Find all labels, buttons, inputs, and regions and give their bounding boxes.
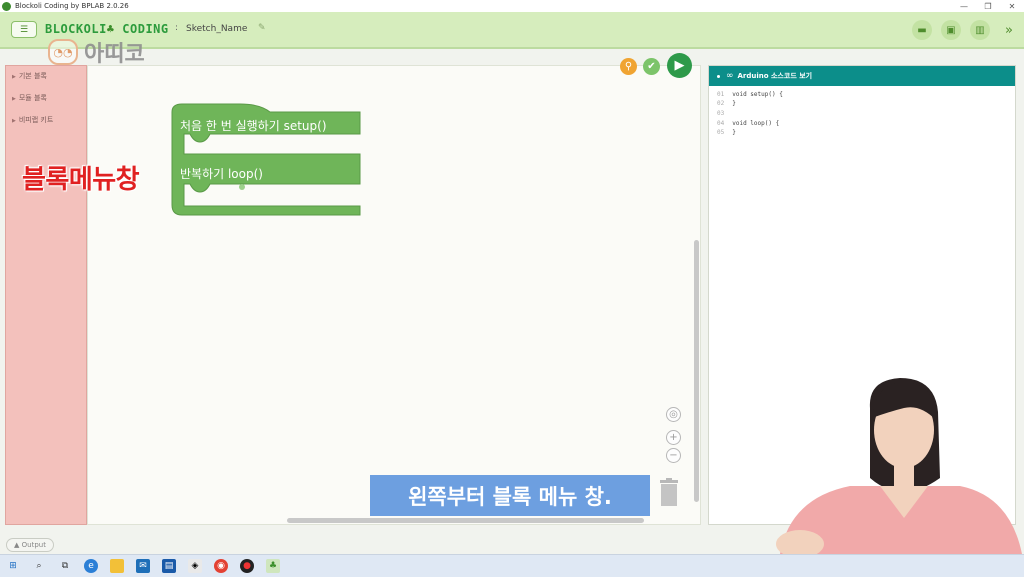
presenter-person [776, 378, 1022, 554]
app-icon [2, 1, 11, 11]
code-line: 01 void setup() { [717, 91, 783, 98]
broccoli-icon: ♣ [106, 22, 115, 36]
setup-block-label: 처음 한 번 실행하기 setup() [180, 119, 327, 133]
code-line: 03 [717, 110, 725, 117]
taskbar-search-icon[interactable]: ⌕ [32, 559, 46, 573]
windows-taskbar: ⊞ ⌕ ⧉ e ✉ ▤ ◈ ◉ ● ♣ [0, 554, 1024, 577]
video-subtitle: 왼쪽부터 블록 메뉴 창. [370, 475, 650, 516]
title-separator: : [175, 23, 179, 33]
trash-icon[interactable]: ▥ [970, 20, 990, 40]
zoom-out-icon[interactable]: − [666, 448, 681, 463]
code-line: 02} [717, 100, 736, 107]
center-target-icon[interactable]: ◎ [666, 407, 681, 422]
block-menu-panel: ▶ 기본 블록 ▶ 모듈 블록 ▶ 비피랩 키트 [5, 65, 87, 525]
mail-icon[interactable]: ✉ [136, 559, 150, 573]
app-toolbar: ☰ BLOCKOLI♣ CODING : Sketch_Name ✎ ▬ ▣ ▥… [0, 12, 1024, 49]
workspace-vertical-scrollbar[interactable] [694, 240, 699, 502]
menu-button[interactable]: ☰ [11, 21, 37, 38]
app-icon-generic[interactable]: ◈ [188, 559, 202, 573]
sketch-name[interactable]: Sketch_Name [186, 24, 247, 34]
save-icon[interactable]: ▣ [941, 20, 961, 40]
workspace-trash-icon[interactable] [659, 478, 679, 506]
edge-browser-icon[interactable]: e [84, 559, 98, 573]
open-folder-icon[interactable]: ▬ [912, 20, 932, 40]
channel-watermark: ◔◔ 아띠코 [48, 36, 145, 68]
code-panel-header: ∞ Arduino 소스코드 보기 [709, 66, 1015, 86]
recorder-icon[interactable]: ● [240, 559, 254, 573]
code-panel-title: Arduino 소스코드 보기 [737, 72, 813, 80]
drag-cursor-icon [239, 184, 245, 190]
workspace-horizontal-scrollbar[interactable] [287, 518, 644, 523]
minimize-button[interactable]: — [952, 0, 976, 12]
blockoli-taskbar-icon[interactable]: ♣ [266, 559, 280, 573]
loop-block-label: 반복하기 loop() [180, 167, 263, 181]
chrome-icon[interactable]: ◉ [214, 559, 228, 573]
edit-name-icon[interactable]: ✎ [258, 23, 266, 33]
category-bplab-kit[interactable]: ▶ 비피랩 키트 [12, 115, 53, 125]
close-button[interactable]: ✕ [1000, 0, 1024, 12]
file-explorer-icon[interactable] [110, 559, 124, 573]
code-line: 05} [717, 129, 736, 136]
verify-check-icon[interactable]: ✔ [643, 58, 660, 75]
window-title: Blockoli Coding by BPLAB 2.0.26 [15, 2, 129, 10]
bullet-icon [717, 74, 720, 78]
output-tab[interactable]: ▲ Output [6, 538, 54, 552]
search-icon[interactable]: ⚲ [620, 58, 637, 75]
list-menu-icon: ☰ [19, 24, 29, 35]
expand-icon[interactable]: » [999, 20, 1019, 40]
upload-play-icon[interactable]: ▶ [667, 53, 692, 78]
arduino-infinity-icon: ∞ [726, 71, 734, 81]
watermark-logo-icon: ◔◔ [48, 39, 78, 65]
category-module[interactable]: ▶ 모듈 블록 [12, 93, 47, 103]
zoom-in-icon[interactable]: + [666, 430, 681, 445]
task-view-icon[interactable]: ⧉ [58, 559, 72, 573]
brand-logo: BLOCKOLI♣ CODING [45, 22, 169, 36]
category-basic[interactable]: ▶ 기본 블록 [12, 71, 47, 81]
restore-button[interactable]: ❐ [976, 0, 1000, 12]
block-menu-caption: 블록메뉴창 [22, 165, 140, 195]
windows-start-icon[interactable]: ⊞ [6, 559, 20, 573]
code-line: 04 void loop() { [717, 120, 780, 127]
store-icon[interactable]: ▤ [162, 559, 176, 573]
